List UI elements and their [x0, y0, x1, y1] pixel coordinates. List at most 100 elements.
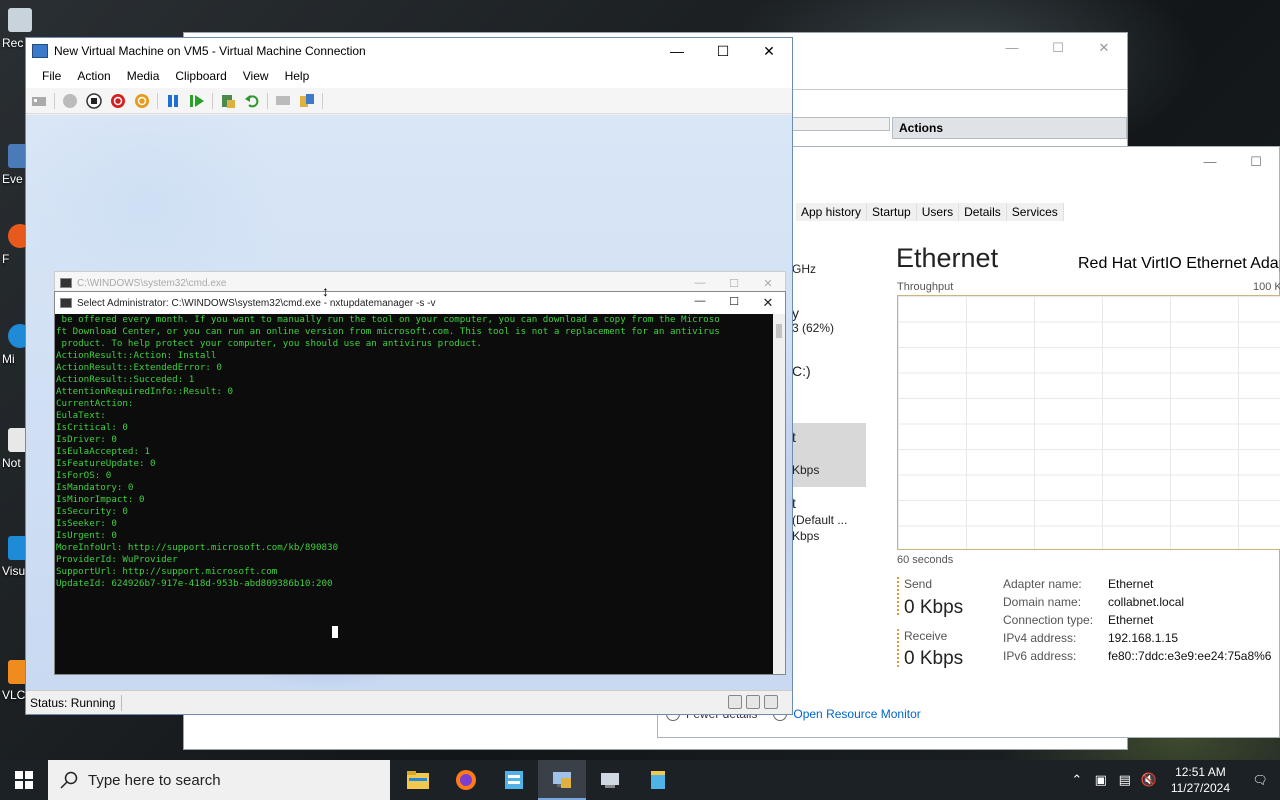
close-button[interactable]: ✕ — [751, 295, 785, 311]
toolbar-separator — [54, 92, 55, 109]
maximize-button[interactable]: ☐ — [717, 295, 751, 311]
shut-down-button[interactable] — [109, 92, 127, 110]
console-line: product. To help protect your computer, … — [56, 338, 482, 349]
time-axis-label: 60 seconds — [897, 554, 954, 566]
sidebar-memory-label[interactable]: y — [792, 305, 799, 321]
sidebar-ethernet-2-sub[interactable]: (Default ... — [792, 513, 847, 527]
tab-startup[interactable]: Startup — [867, 203, 917, 221]
recycle-bin-icon — [8, 8, 32, 32]
menu-file[interactable]: File — [34, 69, 69, 83]
tab-app-history[interactable]: App history — [796, 203, 868, 221]
cmd-window-controls: — ☐ ✕ — [683, 295, 785, 311]
connection-type-value: Ethernet — [1108, 613, 1154, 627]
keyboard-icon — [728, 695, 742, 709]
server-manager-icon — [505, 771, 523, 789]
turn-off-button[interactable] — [85, 92, 103, 110]
actions-pane-header: Actions — [892, 117, 1127, 139]
send-label: Send — [904, 577, 933, 591]
sidebar-disk-label[interactable]: C:) — [792, 363, 811, 379]
search-box[interactable]: Type here to search — [48, 760, 390, 800]
scrollbar-thumb[interactable] — [776, 324, 782, 338]
sidebar-cpu-speed[interactable]: GHz — [792, 262, 816, 276]
taskbar-server-manager[interactable] — [490, 760, 538, 800]
guest-cmd-window[interactable]: Select Administrator: C:\WINDOWS\system3… — [54, 291, 786, 675]
taskbar-file-explorer[interactable] — [394, 760, 442, 800]
tab-details[interactable]: Details — [959, 203, 1007, 221]
console-line: IsUrgent: 0 — [56, 530, 117, 541]
chevron-up-icon[interactable]: ⌃ — [1065, 772, 1089, 788]
menu-action[interactable]: Action — [69, 69, 118, 83]
adapter-name-key: Adapter name: — [1003, 577, 1082, 591]
window-title: New Virtual Machine on VM5 - Virtual Mac… — [54, 44, 366, 58]
close-button[interactable]: ✕ — [746, 38, 792, 64]
start-button[interactable] — [61, 92, 79, 110]
task-manager-tabs: App history Startup Users Details Servic… — [796, 203, 1064, 221]
mouse-icon — [746, 695, 760, 709]
console-scrollbar[interactable] — [773, 314, 785, 674]
maximize-button[interactable]: ☐ — [1233, 147, 1279, 177]
tab-services[interactable]: Services — [1006, 203, 1064, 221]
search-placeholder: Type here to search — [88, 771, 221, 789]
console-line: IsMandatory: 0 — [56, 482, 134, 493]
column-header — [790, 117, 890, 131]
sidebar-memory-value[interactable]: 3 (62%) — [792, 321, 834, 335]
connection-type-key: Connection type: — [1003, 613, 1094, 627]
menu-clipboard[interactable]: Clipboard — [167, 69, 234, 83]
revert-button[interactable] — [243, 92, 261, 110]
console-line: ActionResult::Succeded: 1 — [56, 374, 195, 385]
menu-view[interactable]: View — [235, 69, 277, 83]
open-resource-monitor-link[interactable]: Open Resource Monitor — [793, 707, 920, 721]
vm-connection-window[interactable]: New Virtual Machine on VM5 - Virtual Mac… — [25, 37, 793, 715]
taskbar-hyperv-manager[interactable] — [538, 760, 586, 800]
search-icon — [60, 771, 78, 789]
taskbar-app[interactable] — [634, 760, 682, 800]
windows-logo-icon — [15, 771, 33, 789]
save-state-button[interactable] — [133, 92, 151, 110]
status-bar: Status: Running — [26, 690, 792, 714]
action-center-alert-icon[interactable]: ▣ — [1089, 772, 1113, 788]
guest-cmd-title-bar[interactable]: Select Administrator: C:\WINDOWS\system3… — [55, 292, 785, 314]
firefox-icon — [456, 770, 476, 790]
pause-button[interactable] — [164, 92, 182, 110]
tab-users[interactable]: Users — [916, 203, 960, 221]
minimize-button[interactable]: — — [654, 38, 700, 64]
sidebar-ethernet-2-speed[interactable]: Kbps — [792, 529, 819, 543]
maximize-button[interactable]: ☐ — [717, 277, 751, 290]
resume-button[interactable] — [188, 92, 206, 110]
toolbar-separator — [212, 92, 213, 109]
maximize-button[interactable]: ☐ — [1035, 33, 1081, 63]
enhanced-session-button[interactable] — [274, 92, 292, 110]
minimize-button[interactable]: — — [989, 33, 1035, 63]
ipv4-key: IPv4 address: — [1003, 631, 1077, 645]
volume-muted-icon[interactable]: 🔇 — [1137, 772, 1161, 788]
checkpoint-button[interactable] — [219, 92, 237, 110]
ipv6-key: IPv6 address: — [1003, 649, 1077, 663]
minimize-button[interactable]: — — [683, 295, 717, 311]
page-title: Ethernet — [896, 243, 999, 273]
vm-title-bar[interactable]: New Virtual Machine on VM5 - Virtual Mac… — [26, 38, 792, 64]
throughput-graph — [897, 295, 1280, 550]
taskbar-vm-connection[interactable] — [586, 760, 634, 800]
network-icon[interactable]: ▤ — [1113, 772, 1137, 788]
vm-guest-screen[interactable]: C:\WINDOWS\system32\cmd.exe — ☐ ✕ Select… — [26, 115, 792, 690]
close-button[interactable]: ✕ — [1081, 33, 1127, 63]
menu-help[interactable]: Help — [277, 69, 318, 83]
selected-sidebar-item-ethernet[interactable] — [792, 423, 866, 487]
task-manager-window-controls: — ☐ — [1187, 147, 1279, 177]
console-output[interactable]: be offered every month. If you want to m… — [55, 314, 775, 674]
sidebar-ethernet-1-speed[interactable]: Kbps — [792, 463, 819, 477]
clock[interactable]: 12:51 AM 11/27/2024 — [1171, 764, 1230, 796]
minimize-button[interactable]: — — [683, 277, 717, 290]
adapter-name-value: Ethernet — [1108, 577, 1154, 591]
taskbar-firefox[interactable] — [442, 760, 490, 800]
share-button[interactable] — [298, 92, 316, 110]
menu-media[interactable]: Media — [119, 69, 168, 83]
toolbar-separator — [267, 92, 268, 109]
maximize-button[interactable]: ☐ — [700, 38, 746, 64]
start-button[interactable] — [0, 760, 48, 800]
ctrl-alt-del-button[interactable] — [30, 92, 48, 110]
minimize-button[interactable]: — — [1187, 147, 1233, 177]
taskbar: Type here to search ⌃ ▣ ▤ 🔇 12:51 AM 11/… — [0, 760, 1280, 800]
notifications-icon[interactable]: 🗨 — [1240, 773, 1280, 787]
close-button[interactable]: ✕ — [751, 277, 785, 290]
